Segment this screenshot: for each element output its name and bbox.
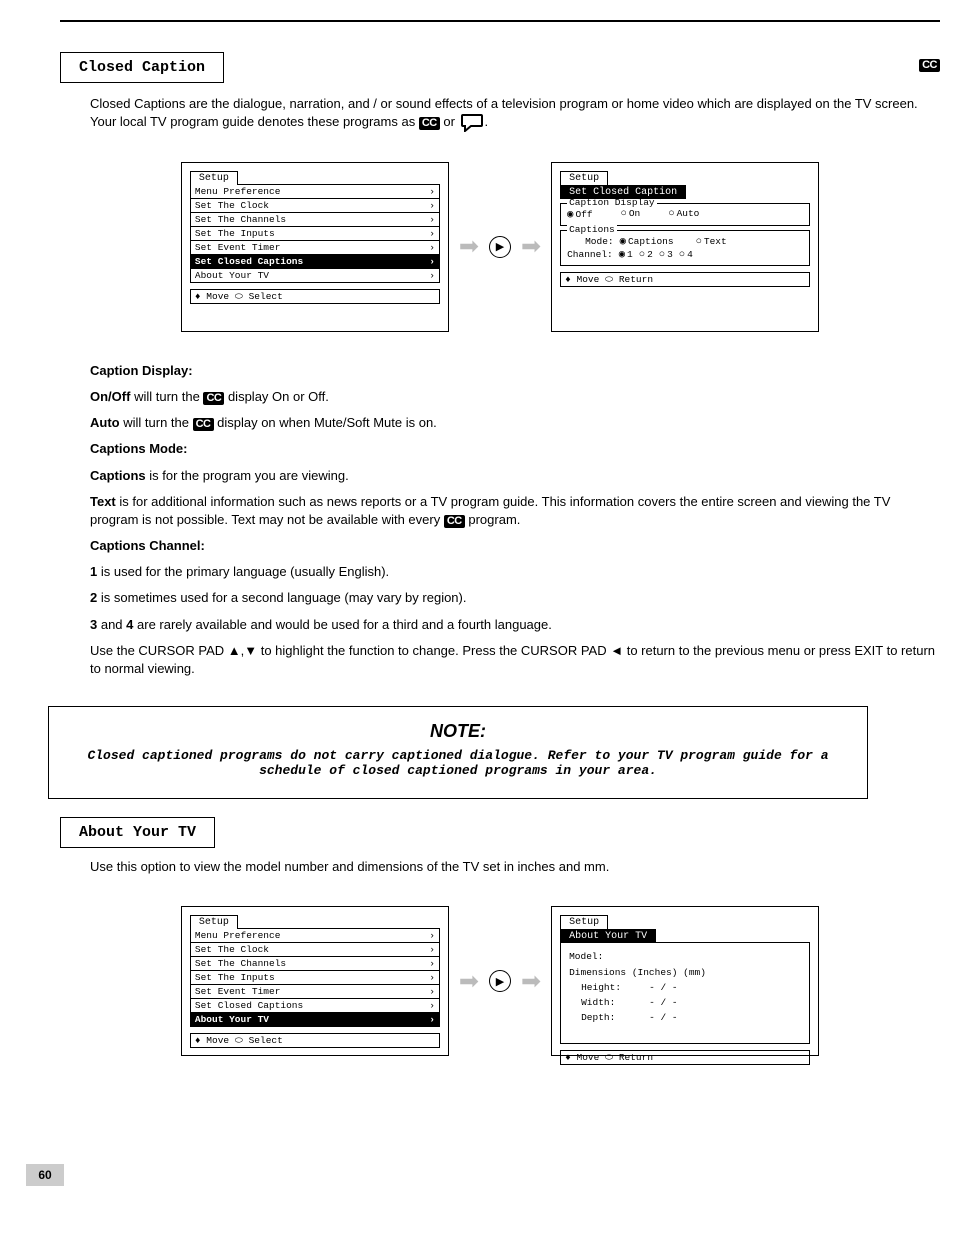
cc-icon: CC xyxy=(203,392,224,405)
setup-menu-list: Menu Preference› Set The Clock› Set The … xyxy=(190,184,440,283)
menu-item-selected[interactable]: About Your TV› xyxy=(191,1013,439,1026)
osd-screen-setup-menu-2: Setup Menu Preference› Set The Clock› Se… xyxy=(181,906,449,1056)
menu-item-selected[interactable]: Set Closed Captions› xyxy=(191,255,439,269)
osd-footer: ♦ Move ⬭ Select xyxy=(190,289,440,304)
about-intro: Use this option to view the model number… xyxy=(90,858,940,876)
cc-icon: CC xyxy=(193,418,214,431)
tab-setup: Setup xyxy=(560,915,608,929)
section-title-closed-caption: Closed Caption xyxy=(60,52,224,83)
tab-about-your-tv: About Your TV xyxy=(560,929,656,943)
captions-group: Captions Mode: ◉Captions ○Text Channel: … xyxy=(560,230,810,266)
menu-item[interactable]: Menu Preference› xyxy=(191,929,439,943)
arrow-right-icon: ➡ xyxy=(521,967,541,996)
menu-item[interactable]: Set The Clock› xyxy=(191,943,439,957)
tab-set-closed-caption: Set Closed Caption xyxy=(560,185,686,199)
cc-icon: CC xyxy=(919,59,940,72)
section-title-about-your-tv: About Your TV xyxy=(60,817,215,848)
cc-icon: CC xyxy=(419,117,440,130)
note-box: NOTE: Closed captioned programs do not c… xyxy=(48,706,868,799)
radio-ch-1[interactable]: ◉1 xyxy=(619,248,633,261)
radio-off[interactable]: ◉Off xyxy=(567,208,592,221)
intro-text: Closed Captions are the dialogue, narrat… xyxy=(90,95,940,132)
radio-on[interactable]: ○On xyxy=(621,208,641,221)
radio-mode-text[interactable]: ○Text xyxy=(696,236,727,248)
tab-setup: Setup xyxy=(190,171,238,185)
arrow-right-icon: ➡ xyxy=(459,232,479,261)
captions-channel-desc: Captions Channel: xyxy=(90,537,940,555)
caption-display-group: Caption Display ◉Off ○On ○Auto xyxy=(560,203,810,226)
radio-auto[interactable]: ○Auto xyxy=(668,208,699,221)
osd-footer: ♦ Move ⬭ Return xyxy=(560,272,810,287)
menu-item[interactable]: Set Event Timer› xyxy=(191,985,439,999)
setup-menu-list: Menu Preference› Set The Clock› Set The … xyxy=(190,928,440,1027)
menu-item[interactable]: Set Event Timer› xyxy=(191,241,439,255)
radio-ch-4[interactable]: ○4 xyxy=(679,249,693,261)
screens-row-about: Setup Menu Preference› Set The Clock› Se… xyxy=(60,906,940,1056)
speech-balloon-icon xyxy=(461,114,483,132)
menu-item[interactable]: Set The Clock› xyxy=(191,199,439,213)
radio-ch-3[interactable]: ○3 xyxy=(659,249,673,261)
tab-setup: Setup xyxy=(560,171,608,185)
screens-row-closed-caption: Setup Menu Preference› Set The Clock› Se… xyxy=(60,162,940,332)
cursor-right-button-icon: ▶ xyxy=(489,970,511,992)
tab-setup: Setup xyxy=(190,915,238,929)
arrow-right-icon: ➡ xyxy=(521,232,541,261)
menu-item[interactable]: Set The Inputs› xyxy=(191,971,439,985)
radio-mode-captions[interactable]: ◉Captions xyxy=(620,235,674,248)
page-number: 60 xyxy=(26,1164,64,1186)
osd-screen-set-closed-caption: Setup Set Closed Caption Caption Display… xyxy=(551,162,819,332)
osd-footer: ♦ Move ⬭ Return xyxy=(560,1050,810,1065)
cursor-right-button-icon: ▶ xyxy=(489,236,511,258)
caption-display-desc: Caption Display: xyxy=(90,362,940,380)
menu-item[interactable]: Set The Inputs› xyxy=(191,227,439,241)
menu-item[interactable]: Set The Channels› xyxy=(191,957,439,971)
menu-item[interactable]: About Your TV› xyxy=(191,269,439,282)
captions-mode-desc: Captions Mode: xyxy=(90,440,940,458)
radio-ch-2[interactable]: ○2 xyxy=(639,249,653,261)
menu-item[interactable]: Menu Preference› xyxy=(191,185,439,199)
cc-icon: CC xyxy=(444,515,465,528)
osd-screen-about-your-tv: Setup About Your TV Model: Dimensions (I… xyxy=(551,906,819,1056)
menu-item[interactable]: Set The Channels› xyxy=(191,213,439,227)
menu-item[interactable]: Set Closed Captions› xyxy=(191,999,439,1013)
arrow-right-icon: ➡ xyxy=(459,967,479,996)
osd-footer: ♦ Move ⬭ Select xyxy=(190,1033,440,1048)
osd-screen-setup-menu: Setup Menu Preference› Set The Clock› Se… xyxy=(181,162,449,332)
